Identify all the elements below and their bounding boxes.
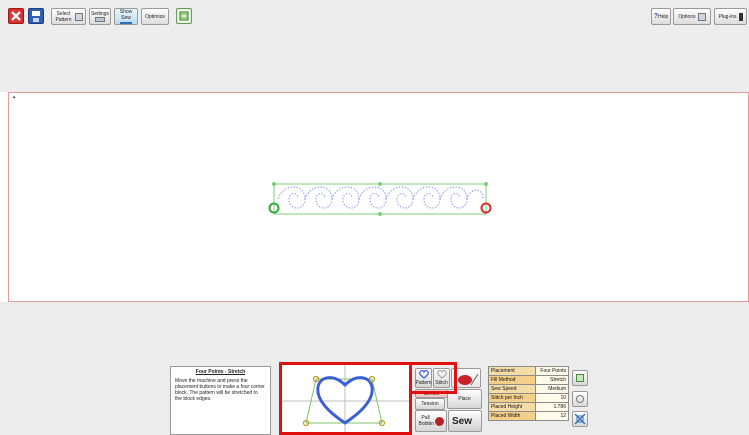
property-value[interactable]: Medium (535, 384, 569, 394)
four-point-stretch-diagram (282, 365, 409, 432)
close-icon (11, 11, 21, 21)
property-name: Fill Method (488, 375, 536, 385)
property-value[interactable]: 12 (535, 411, 569, 421)
property-name: Placed Height (488, 402, 536, 412)
thread-icon (458, 373, 479, 386)
options-icon (697, 12, 706, 21)
help-label: Help (658, 13, 669, 20)
pull-bobbin-label: Pull Bobbin (418, 415, 435, 427)
corner-handle-top-left (272, 182, 276, 186)
select-pattern-icon (75, 12, 83, 21)
select-pattern-button[interactable]: Select Pattern (51, 8, 86, 25)
options-button[interactable]: Options (673, 8, 711, 25)
corner-handle-top-right (484, 182, 488, 186)
size-side-button[interactable] (572, 411, 588, 427)
plugins-icon (738, 12, 743, 21)
settings-button[interactable]: Settings (89, 8, 111, 25)
plugins-label: Plug-ins (718, 13, 737, 20)
help-button[interactable]: ? Help (651, 8, 671, 25)
table-row: Placement Four Points (488, 366, 569, 376)
show-sew-label: Show Sew (119, 9, 133, 21)
sew-label: Sew (452, 415, 473, 427)
save-button[interactable] (28, 8, 44, 24)
show-sew-button[interactable]: Show Sew (114, 8, 138, 25)
pattern-overlay (268, 182, 492, 216)
property-value[interactable]: Stretch (535, 375, 569, 385)
pull-bobbin-button[interactable]: Pull Bobbin (415, 410, 447, 432)
select-pattern-label: Select Pattern (55, 10, 72, 23)
export-button[interactable] (176, 8, 192, 24)
pattern-bounding-box (273, 183, 487, 215)
edge-handle-top (378, 182, 382, 186)
property-value[interactable]: 10 (535, 393, 569, 403)
pattern-stitch-highlight (409, 362, 457, 394)
property-name: Stitch per Inch (488, 393, 536, 403)
sew-button[interactable]: Sew (448, 410, 482, 432)
plugins-button[interactable]: Plug-ins (714, 8, 747, 25)
export-icon (179, 11, 189, 21)
placement-info-panel: Four Points - Stretch Move the machine a… (170, 366, 271, 435)
speed-side-button[interactable] (572, 391, 588, 407)
table-row: Placed Height 1.786 (488, 402, 569, 412)
table-row: Placed Width 12 (488, 411, 569, 421)
tension-label: Tension (421, 401, 439, 407)
table-row: Sew Speed Medium (488, 384, 569, 394)
resize-icon (574, 413, 586, 425)
settings-icon (95, 17, 105, 22)
quilt-canvas[interactable]: ✦ (8, 92, 749, 302)
placement-info-text: Move the machine and press the placement… (175, 378, 265, 402)
save-icon (32, 11, 40, 22)
placement-info-title: Four Points - Stretch (195, 369, 246, 375)
fill-icon (576, 374, 584, 382)
table-row: Stitch per Inch 10 (488, 393, 569, 403)
table-row: Fill Method Stretch (488, 375, 569, 385)
options-label: Options (678, 13, 696, 20)
close-button[interactable] (8, 8, 24, 24)
spiral-pattern (277, 186, 484, 209)
property-name: Sew Speed (488, 384, 536, 394)
property-value[interactable]: 1.786 (535, 402, 569, 412)
optimize-button[interactable]: Optimize (141, 8, 169, 25)
bobbin-icon (434, 416, 444, 426)
show-sew-icon (120, 21, 132, 24)
property-name: Placement (488, 366, 536, 376)
property-value[interactable]: Four Points (535, 366, 569, 376)
tension-button[interactable]: Tension (415, 398, 445, 410)
main-toolbar: Select Pattern Settings Show Sew Optimiz… (0, 0, 749, 32)
speed-icon (576, 395, 584, 403)
optimize-label: Optimize (145, 13, 165, 20)
edge-handle-bottom (378, 212, 382, 216)
place-label: Place (458, 396, 471, 402)
property-name: Placed Width (488, 411, 536, 421)
properties-table: Placement Four Points Fill Method Stretch … (488, 366, 569, 421)
placement-preview[interactable] (279, 362, 412, 435)
fill-method-side-button[interactable] (572, 370, 588, 386)
